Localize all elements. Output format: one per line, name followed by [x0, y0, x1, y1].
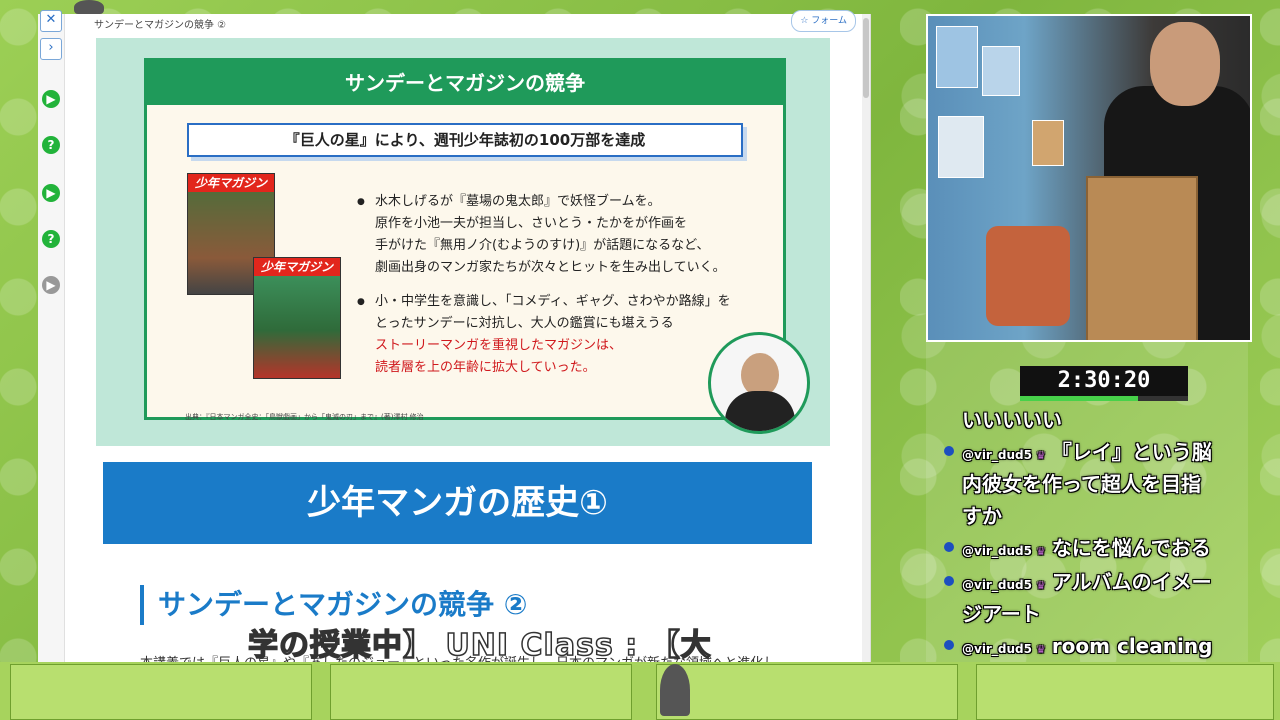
chevron-right-icon[interactable]: ›: [40, 38, 62, 60]
bullet-line: 原作を小池一夫が担当し、さいとう・たかをが作画を: [375, 216, 688, 231]
strip-panel: [330, 664, 632, 720]
presenter-avatar: [708, 332, 810, 434]
scrollbar[interactable]: [862, 14, 870, 662]
user-dot: [944, 542, 954, 552]
page-tab-title: サンデーとマガジンの競争 ②: [94, 20, 227, 31]
dragon-poster: [986, 226, 1070, 326]
page-banner: 少年マンガの歴史①: [103, 462, 812, 544]
timer-progress: [1020, 396, 1188, 401]
lecture-slide: サンデーとマガジンの競争 『巨人の星』により、週刊少年誌初の100万部を達成 少…: [96, 38, 830, 446]
follow-button[interactable]: ☆ フォーム: [791, 10, 856, 32]
chat-text: すか: [962, 504, 1002, 528]
chat-text: アルバムのイメー: [1051, 570, 1212, 594]
person-head: [1150, 22, 1220, 106]
bullet-line: 劇画出身のマンガ家たちが次々とヒットを生み出していく。: [375, 260, 726, 275]
strip-panel: [10, 664, 312, 720]
chat-username[interactable]: @vir_dud5: [962, 578, 1032, 592]
chat-text: なにを悩んでおる: [1051, 536, 1211, 560]
cardboard-box: [1086, 176, 1198, 340]
wall-poster: [938, 116, 984, 178]
bullet-line: 手がけた『無用ノ介(むようのすけ)』が話題になるなど、: [375, 238, 710, 253]
follow-label: フォーム: [811, 16, 847, 26]
scrolling-caption: 学の授業中】 UNI Class : 【大: [247, 627, 712, 664]
scrollbar-thumb[interactable]: [863, 18, 869, 98]
bullet-1: 水木しげるが『墓場の鬼太郎』で妖怪ブームを。 原作を小池一夫が担当し、さいとう・…: [357, 191, 759, 279]
slide-subheader: 『巨人の星』により、週刊少年誌初の100万部を達成: [187, 123, 743, 157]
chat-message: @vir_dud5 ♛ アルバムのイメー: [944, 566, 1232, 602]
cover-masthead: 少年マガジン: [254, 258, 340, 276]
badge-icon: ♛: [1035, 579, 1046, 592]
slide-frame: サンデーとマガジンの競争 『巨人の星』により、週刊少年誌初の100万部を達成 少…: [144, 58, 786, 421]
badge-icon: ♛: [1035, 545, 1046, 558]
wall-poster: [936, 26, 978, 88]
webcam-feed: [926, 14, 1252, 342]
magazine-cover-2: 少年マガジン: [253, 257, 341, 379]
chat-message: @vir_dud5 ♛ 『レイ』という脳: [944, 436, 1232, 472]
bullet-line-highlight: 読者層を上の年齢に拡大していった。: [375, 360, 596, 375]
badge-icon: ♛: [1035, 449, 1046, 462]
chat-message: @vir_dud5 ♛ room cleaning: [944, 630, 1232, 666]
close-icon[interactable]: ✕: [40, 10, 62, 32]
robot-icon: [74, 0, 104, 14]
wall-poster: [1032, 120, 1064, 166]
strip-panel: [976, 664, 1274, 720]
chat-message: すか: [962, 500, 1232, 532]
bullet-line: とったサンデーに対抗し、大人の鑑賞にも堪えうる: [375, 316, 674, 331]
slide-bullets: 水木しげるが『墓場の鬼太郎』で妖怪ブームを。 原作を小池一夫が担当し、さいとう・…: [357, 191, 759, 391]
chat-username[interactable]: @vir_dud5: [962, 642, 1032, 656]
sidebar: ✕ › ▶ ? ▶ ? ▶: [38, 10, 65, 662]
section-title: サンデーとマガジンの競争 ②: [140, 585, 527, 625]
play-icon[interactable]: ▶: [42, 90, 60, 108]
robot-icon: [660, 664, 690, 716]
user-dot: [944, 446, 954, 456]
chat-message: 内彼女を作って超人を目指: [962, 468, 1232, 500]
play-icon[interactable]: ▶: [42, 184, 60, 202]
help-icon[interactable]: ?: [42, 230, 60, 248]
chat-message: ジアート: [962, 598, 1232, 630]
bullet-line: 水木しげるが『墓場の鬼太郎』で妖怪ブームを。: [375, 194, 661, 209]
timer-progress-fill: [1020, 396, 1138, 401]
bullet-2: 小・中学生を意識し、「コメディ、ギャグ、さわやか路線」を とったサンデーに対抗し…: [357, 291, 759, 379]
chat-text: いいいいい: [962, 408, 1062, 432]
help-icon[interactable]: ?: [42, 136, 60, 154]
play-icon[interactable]: ▶: [42, 276, 60, 294]
chat-text: 『レイ』という脳: [1051, 440, 1212, 464]
page-topbar: サンデーとマガジンの競争 ② ☆ フォーム: [64, 10, 870, 38]
chat-username[interactable]: @vir_dud5: [962, 448, 1032, 462]
bullet-line-highlight: ストーリーマンガを重視したマガジンは、: [375, 338, 623, 353]
chat-text: ジアート: [962, 602, 1041, 626]
user-dot: [944, 576, 954, 586]
strip-panel: [656, 664, 958, 720]
bullet-line: 小・中学生を意識し、「コメディ、ギャグ、さわやか路線」を: [375, 294, 731, 309]
stream-timer: 2:30:20: [1020, 366, 1188, 400]
badge-icon: ♛: [1035, 643, 1046, 656]
slide-header: サンデーとマガジンの競争: [147, 61, 783, 105]
user-dot: [944, 640, 954, 650]
chat-message: @vir_dud5 ♛ なにを悩んでおる: [944, 532, 1232, 568]
chat-text: room cleaning: [1051, 634, 1213, 658]
chat-text: 内彼女を作って超人を目指: [962, 472, 1201, 496]
chat-username[interactable]: @vir_dud5: [962, 544, 1032, 558]
slide-source: 出典：『日本マンガ全史：「鳥獣戯画」から「鬼滅の刃」まで』(著)澤村 修治: [185, 413, 424, 421]
wall-poster: [982, 46, 1020, 96]
chat-message: いいいいい: [962, 404, 1232, 436]
cover-masthead: 少年マガジン: [188, 174, 274, 192]
